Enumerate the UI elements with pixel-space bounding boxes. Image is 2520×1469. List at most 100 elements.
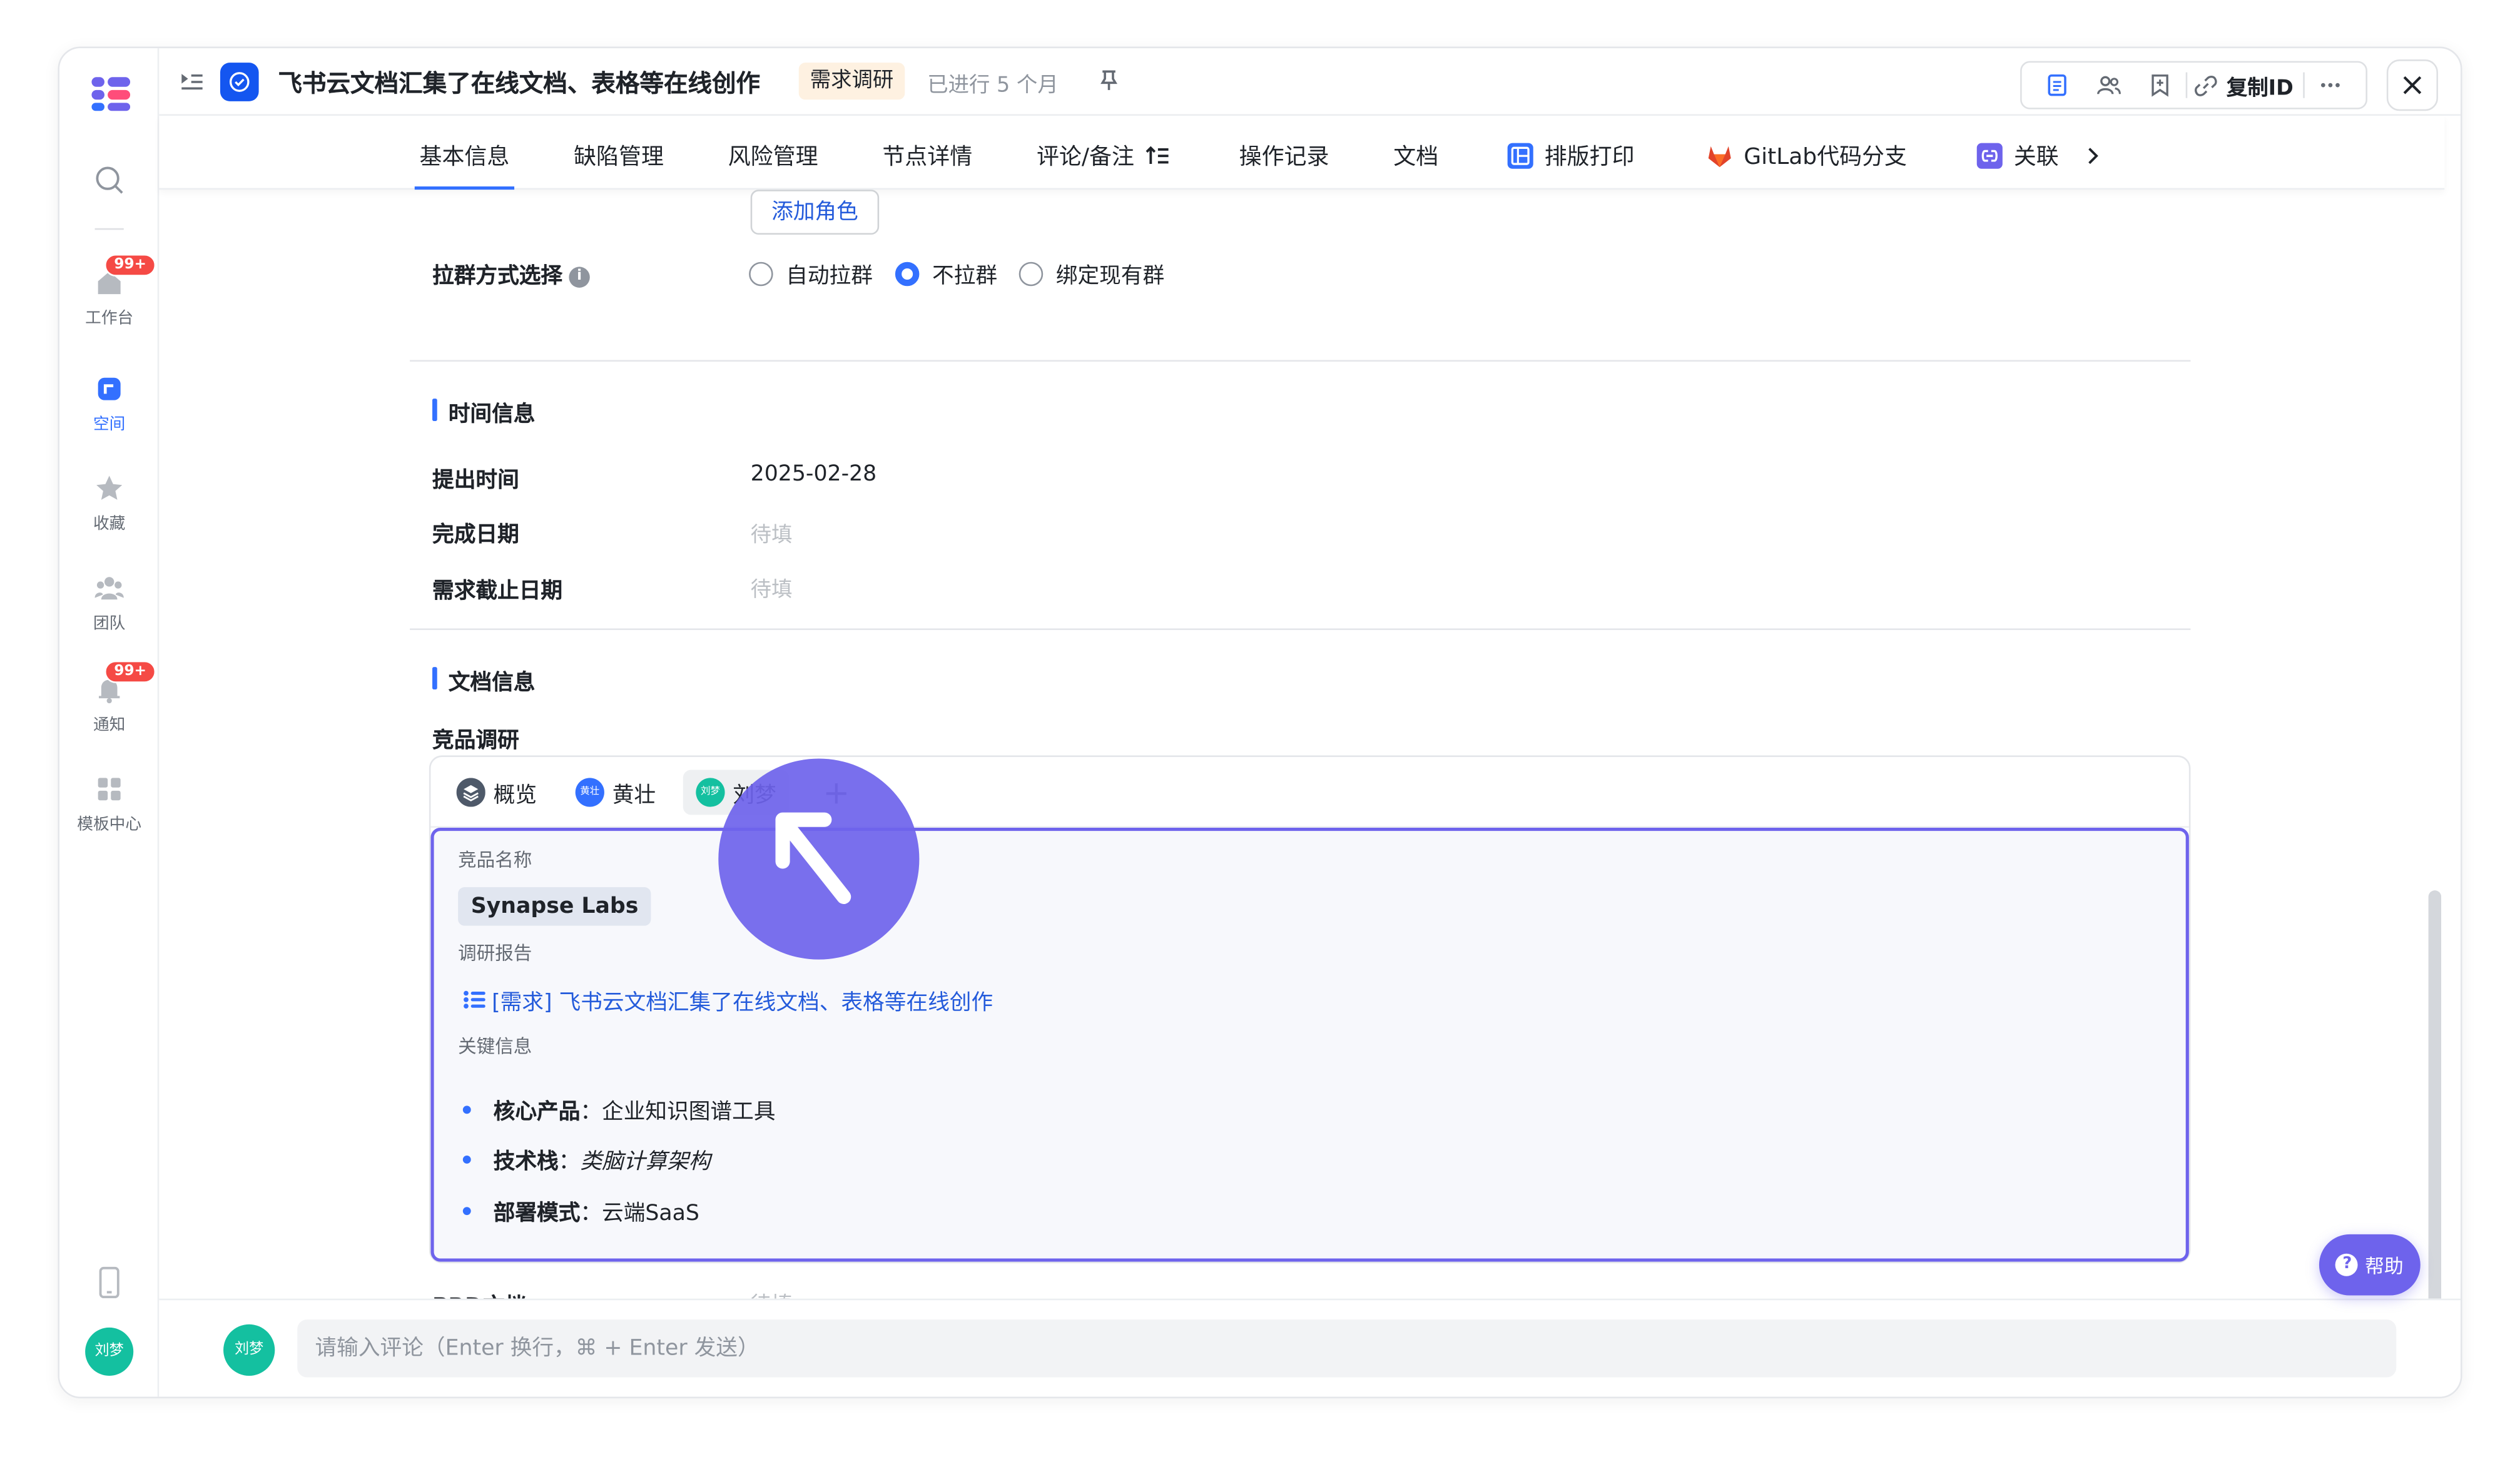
- tab-related[interactable]: 关联: [1975, 140, 2104, 171]
- rail-item-space[interactable]: 空间: [59, 373, 159, 434]
- copy-id-label: 复制ID: [2226, 76, 2294, 101]
- radio-circle[interactable]: [1019, 261, 1044, 285]
- key-info-item: 核心产品： 企业知识图谱工具: [462, 1093, 775, 1126]
- radio-label: 绑定现有群: [1055, 263, 1165, 290]
- radio-auto-group[interactable]: 自动拉群: [749, 257, 873, 289]
- finish-date-value[interactable]: 待填: [751, 517, 793, 548]
- rail-label: 团队: [93, 615, 126, 634]
- key-info-value: 云端SaaS: [602, 1200, 699, 1227]
- radio-bind-group[interactable]: 绑定现有群: [1019, 257, 1164, 289]
- prd-doc-value[interactable]: 待填: [751, 1288, 793, 1299]
- radio-no-group[interactable]: 不拉群: [895, 257, 997, 289]
- tab-docs[interactable]: 文档: [1393, 140, 1438, 171]
- content-scrollbar[interactable]: [2428, 890, 2442, 1299]
- layout-icon: [1507, 143, 1533, 169]
- tab-basic-info[interactable]: 基本信息: [419, 140, 509, 171]
- radio-circle-selected[interactable]: [895, 261, 920, 285]
- key-info-colon: ：: [580, 1099, 602, 1126]
- report-link[interactable]: [需求] 飞书云文档汇集了在线文档、表格等在线创作: [463, 984, 993, 1016]
- search-icon: [96, 166, 123, 194]
- collapse-sidebar-icon[interactable]: [178, 69, 204, 101]
- avatar: 黄壮: [575, 778, 604, 807]
- notifications-badge: 99+: [104, 660, 156, 683]
- prd-doc-label: PRD文档: [432, 1288, 526, 1299]
- stage-tag[interactable]: 需求调研: [798, 63, 905, 100]
- rail-search[interactable]: [59, 164, 159, 196]
- submit-time-label: 提出时间: [432, 467, 519, 494]
- research-label: 竞品调研: [432, 728, 519, 754]
- workbench-badge: 99+: [104, 253, 156, 277]
- finish-date-label: 完成日期: [432, 522, 519, 548]
- key-info-key: 部署模式: [493, 1200, 581, 1227]
- copy-id-button[interactable]: 复制ID: [2188, 70, 2303, 101]
- rail-item-team[interactable]: 团队: [59, 572, 159, 634]
- cursor-highlight: [718, 758, 920, 960]
- comment-bar: 刘梦: [159, 1298, 2461, 1397]
- submit-time-value[interactable]: 2025-02-28: [751, 461, 877, 487]
- key-info-key: 技术栈: [493, 1149, 559, 1175]
- rail-item-notifications[interactable]: 99+ 通知: [59, 660, 159, 734]
- pin-icon[interactable]: [1096, 68, 1122, 99]
- comment-avatar: 刘梦: [223, 1324, 275, 1376]
- info-icon[interactable]: i: [569, 266, 590, 287]
- members-button[interactable]: [2083, 63, 2135, 108]
- rail-item-templates[interactable]: 模板中心: [59, 773, 159, 834]
- doc-section-title: 文档信息: [432, 664, 535, 696]
- report-link-text: [需求] 飞书云文档汇集了在线文档、表格等在线创作: [492, 990, 993, 1016]
- group-method-label: 拉群方式选择 i: [432, 257, 590, 289]
- bookmark-button[interactable]: [2135, 63, 2186, 108]
- card-tab-label: 黄壮: [612, 783, 656, 809]
- star-icon: [96, 475, 123, 500]
- close-button[interactable]: [2386, 59, 2439, 111]
- card-tab-overview[interactable]: 概览: [444, 770, 550, 815]
- bookmark-add-icon: [2152, 74, 2169, 97]
- competitor-name-chip[interactable]: Synapse Labs: [458, 887, 651, 926]
- doc-view-button[interactable]: [2032, 63, 2083, 108]
- deadline-value[interactable]: 待填: [751, 572, 793, 603]
- key-info-item: 技术栈： 类脑计算架构: [462, 1142, 710, 1175]
- rail-label: 收藏: [93, 516, 126, 534]
- more-button[interactable]: [2305, 63, 2356, 108]
- radio-circle[interactable]: [749, 261, 773, 285]
- page-title: 飞书云文档汇集了在线文档、表格等在线创作: [278, 69, 761, 98]
- user-avatar[interactable]: 刘梦: [85, 1327, 134, 1376]
- header-toolbar: 复制ID: [2021, 61, 2367, 109]
- group-method-text: 拉群方式选择: [432, 263, 563, 290]
- rail-label: 空间: [93, 416, 126, 434]
- team-icon: [94, 577, 124, 600]
- bullet-dot: [462, 1206, 471, 1214]
- list-doc-icon: [464, 990, 485, 1009]
- rail-item-favorites[interactable]: 收藏: [59, 472, 159, 534]
- requirement-type-icon: [220, 63, 259, 101]
- tab-risks[interactable]: 风险管理: [728, 140, 818, 171]
- help-button[interactable]: ? 帮助: [2319, 1234, 2421, 1296]
- comment-input[interactable]: [297, 1319, 2397, 1378]
- tab-defects[interactable]: 缺陷管理: [574, 140, 664, 171]
- add-role-button[interactable]: 添加角色: [750, 190, 880, 235]
- more-icon: [2321, 83, 2340, 88]
- link-box-icon: [1976, 143, 2003, 169]
- tab-comments[interactable]: 评论/备注: [1037, 140, 1169, 171]
- key-info-colon: ：: [558, 1149, 581, 1175]
- research-card-tabs: 概览 黄壮 黄壮 刘梦 刘梦 +: [430, 757, 2189, 828]
- rail-item-workbench[interactable]: 99+ 工作台: [59, 253, 159, 328]
- tab-operation-log[interactable]: 操作记录: [1239, 140, 1329, 171]
- chevron-right-icon[interactable]: [2081, 145, 2104, 167]
- detail-tabs: 基本信息 缺陷管理 风险管理 节点详情 评论/备注 操作记录 文档 排版打印 G…: [159, 116, 2445, 190]
- help-icon: ?: [2335, 1253, 2359, 1276]
- competitor-name-caption: 竞品名称: [458, 848, 532, 872]
- tab-related-label: 关联: [2013, 145, 2059, 171]
- radio-label: 自动拉群: [786, 263, 873, 290]
- card-tab-huangzhuang[interactable]: 黄壮 黄壮: [562, 770, 669, 815]
- app-logo[interactable]: [88, 74, 133, 119]
- bullet-dot: [462, 1105, 471, 1113]
- tab-print-layout[interactable]: 排版打印: [1506, 140, 1635, 171]
- tab-node-details[interactable]: 节点详情: [882, 140, 972, 171]
- tab-gitlab[interactable]: GitLab代码分支: [1705, 140, 1907, 171]
- mobile-icon[interactable]: [95, 1266, 124, 1305]
- tab-gitlab-label: GitLab代码分支: [1744, 145, 1907, 171]
- rail-label: 工作台: [85, 310, 134, 328]
- sort-icon: [1145, 146, 1168, 165]
- rail-divider: [94, 228, 124, 230]
- research-card-body: 竞品名称 Synapse Labs 调研报告 [需求] 飞书云文档汇集了在线文档…: [430, 827, 2189, 1262]
